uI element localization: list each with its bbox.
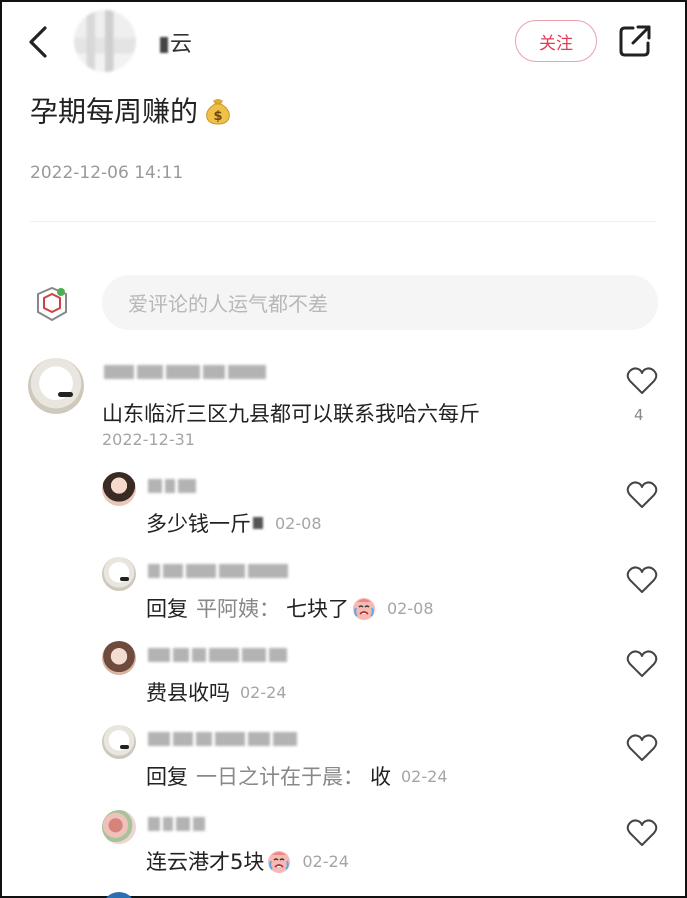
reply-date: 02-24 <box>240 682 287 702</box>
back-button[interactable] <box>22 22 54 62</box>
replier-avatar[interactable] <box>102 810 136 844</box>
reply-word: 回复 <box>146 597 188 621</box>
replier-name[interactable] <box>148 645 287 665</box>
author-avatar[interactable] <box>74 10 136 72</box>
crying-face-icon <box>268 851 291 873</box>
replier-name[interactable] <box>148 729 297 749</box>
crying-face-icon <box>353 598 375 620</box>
comment-input-placeholder: 爱评论的人运气都不差 <box>128 292 328 316</box>
reply-text[interactable]: 回复 平阿姨： 七块了 02-08 <box>146 593 434 623</box>
reply-word: 回复 <box>146 765 188 789</box>
post-title: 孕期每周赚的 $ <box>30 90 234 130</box>
replier-name[interactable] <box>148 814 205 834</box>
comment-date: 2022-12-31 <box>102 430 195 449</box>
reply-content: 费县收吗 <box>146 681 230 705</box>
heart-outline-icon[interactable] <box>626 480 658 510</box>
reply-text[interactable]: 多少钱一斤 02-08 <box>146 508 322 538</box>
reply-date: 02-24 <box>302 851 349 871</box>
reply-text[interactable]: 连云港才5块 02-24 <box>146 846 349 876</box>
reply-target[interactable]: 平阿姨： <box>196 593 280 623</box>
top-bar: 云 关注 <box>0 0 687 82</box>
reply-date: 02-08 <box>275 513 322 533</box>
reply-content: 收 <box>370 765 391 789</box>
commenter-avatar[interactable] <box>28 358 84 414</box>
replier-avatar[interactable] <box>102 557 136 591</box>
reply-target[interactable]: 一日之计在于晨： <box>196 761 364 791</box>
reply-content: 多少钱一斤 <box>146 512 251 536</box>
reply-date: 02-08 <box>387 598 434 618</box>
follow-button[interactable]: 关注 <box>515 20 597 62</box>
comment-input[interactable]: 爱评论的人运气都不差 <box>102 275 658 330</box>
post-timestamp: 2022-12-06 14:11 <box>30 163 184 183</box>
divider <box>30 221 656 222</box>
chevron-left-icon <box>29 26 47 58</box>
reply-content: 连云港才5块 <box>146 850 265 874</box>
like-count: 4 <box>634 406 644 424</box>
post-title-text: 孕期每周赚的 <box>30 95 199 128</box>
reply-text[interactable]: 费县收吗 02-24 <box>146 677 287 707</box>
comment-text[interactable]: 山东临沂三区九县都可以联系我哈六每斤 <box>102 398 480 428</box>
heart-outline-icon[interactable] <box>626 649 658 679</box>
heart-outline-icon[interactable] <box>626 565 658 595</box>
author-name-text: 云 <box>170 32 194 57</box>
share-external-icon[interactable] <box>616 22 654 60</box>
replier-name[interactable] <box>148 561 288 581</box>
reply-date: 02-24 <box>401 766 448 786</box>
money-bag-icon: $ <box>206 99 230 125</box>
reply-text[interactable]: 回复 一日之计在于晨：收 02-24 <box>146 761 448 791</box>
heart-outline-icon[interactable] <box>626 366 658 396</box>
svg-text:$: $ <box>213 109 222 124</box>
author-name[interactable]: 云 <box>160 26 193 58</box>
replier-avatar[interactable] <box>102 725 136 759</box>
replier-name[interactable] <box>148 476 196 496</box>
heart-outline-icon[interactable] <box>626 733 658 763</box>
reply-content: 七块了 <box>286 597 349 621</box>
user-avatar-icon <box>34 286 70 322</box>
replier-avatar[interactable] <box>102 472 136 506</box>
heart-outline-icon[interactable] <box>626 818 658 848</box>
blurred-name-part <box>160 37 168 53</box>
commenter-name[interactable] <box>104 362 266 382</box>
replier-avatar[interactable] <box>102 641 136 675</box>
